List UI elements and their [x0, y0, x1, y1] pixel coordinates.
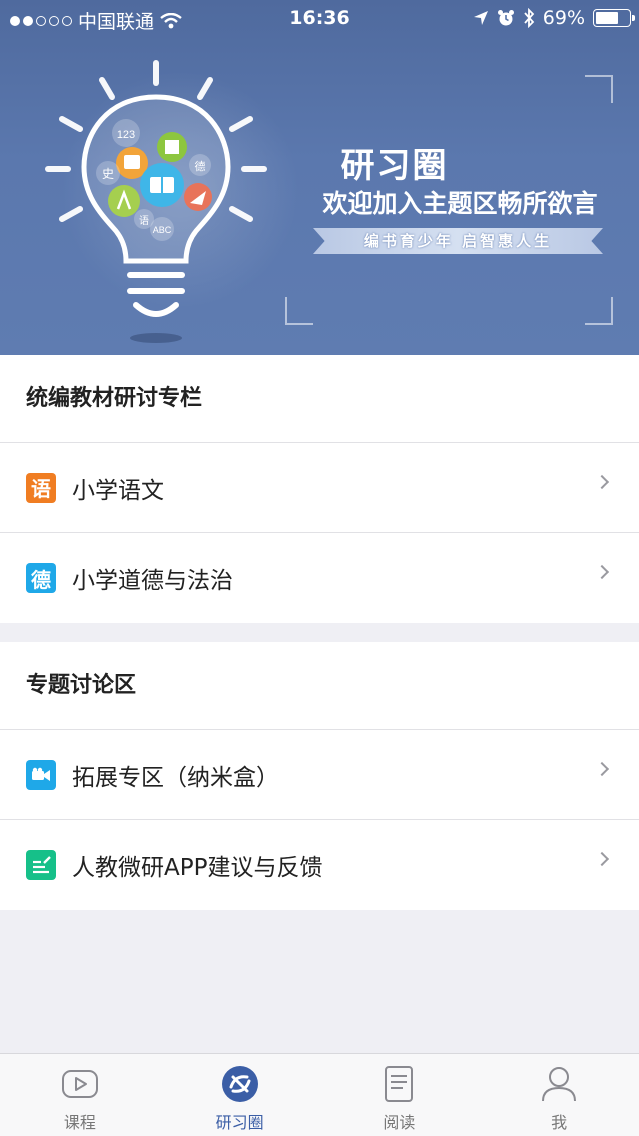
chinese-book-icon: 语 — [26, 472, 56, 503]
list-item-label: 小学语文 — [72, 477, 164, 504]
list-item-expansion-zone[interactable]: 拓展专区（纳米盒） — [0, 730, 639, 820]
section-topic-discussion: 专题讨论区 拓展专区（纳米盒） 人教微研APP建议与反馈 — [0, 642, 639, 910]
battery-icon — [593, 9, 635, 27]
section-header: 专题讨论区 — [0, 642, 639, 730]
tab-reading[interactable]: 阅读 — [320, 1054, 480, 1136]
tab-label: 阅读 — [383, 1113, 416, 1132]
list-item-label: 拓展专区（纳米盒） — [72, 764, 279, 791]
list-item-feedback[interactable]: 人教微研APP建议与反馈 — [0, 820, 639, 910]
tab-label: 课程 — [63, 1113, 96, 1132]
lightbulb-illustration: 123 史 德 语 ABC — [45, 60, 267, 343]
banner-subtitle: 欢迎加入主题区畅所欲言 — [322, 189, 598, 218]
list-item-label: 小学道德与法治 — [72, 568, 233, 594]
bluetooth-icon — [524, 8, 535, 28]
play-icon — [60, 1064, 100, 1104]
tab-bar: 课程 研习圈 阅读 我 — [0, 1053, 639, 1136]
alarm-icon — [497, 10, 514, 26]
chevron-right-icon — [594, 761, 610, 777]
tab-me[interactable]: 我 — [479, 1054, 639, 1136]
tab-courses[interactable]: 课程 — [0, 1054, 160, 1136]
bulb-label: 语 — [139, 215, 149, 227]
tab-label: 研习圈 — [215, 1113, 264, 1132]
person-icon — [539, 1064, 579, 1104]
banner-title: 研习圈 — [340, 146, 449, 186]
section-textbook-column: 统编教材研讨专栏 语 小学语文 德 小学道德与法治 — [0, 355, 639, 623]
tab-label: 我 — [551, 1113, 568, 1132]
circle-icon — [220, 1064, 260, 1104]
book-icon — [379, 1064, 419, 1104]
tab-study-circle[interactable]: 研习圈 — [160, 1054, 320, 1136]
chevron-right-icon — [594, 851, 610, 867]
list-item-primary-chinese[interactable]: 语 小学语文 — [0, 443, 639, 533]
morality-icon: 德 — [26, 563, 56, 593]
list-item-morality-law[interactable]: 德 小学道德与法治 — [0, 533, 639, 623]
video-camera-icon — [26, 759, 56, 790]
chevron-right-icon — [594, 474, 610, 490]
banner[interactable]: 123 史 德 语 ABC 研习圈 欢迎加入主题区畅所欲言 编书育少年 启智惠人… — [0, 0, 639, 355]
battery-percent: 69% — [542, 7, 585, 29]
banner-ribbon: 编书育少年 启智惠人生 — [313, 228, 603, 254]
bulb-label: ABC — [153, 225, 172, 235]
feedback-edit-icon — [26, 850, 56, 880]
banner-ribbon-text: 编书育少年 启智惠人生 — [363, 232, 553, 250]
list-item-label: 人教微研APP建议与反馈 — [72, 855, 323, 881]
status-bar: 中国联通 16:36 69% — [0, 0, 639, 36]
location-arrow-icon — [473, 11, 488, 25]
section-header: 统编教材研讨专栏 — [0, 355, 639, 443]
chevron-right-icon — [594, 564, 610, 580]
